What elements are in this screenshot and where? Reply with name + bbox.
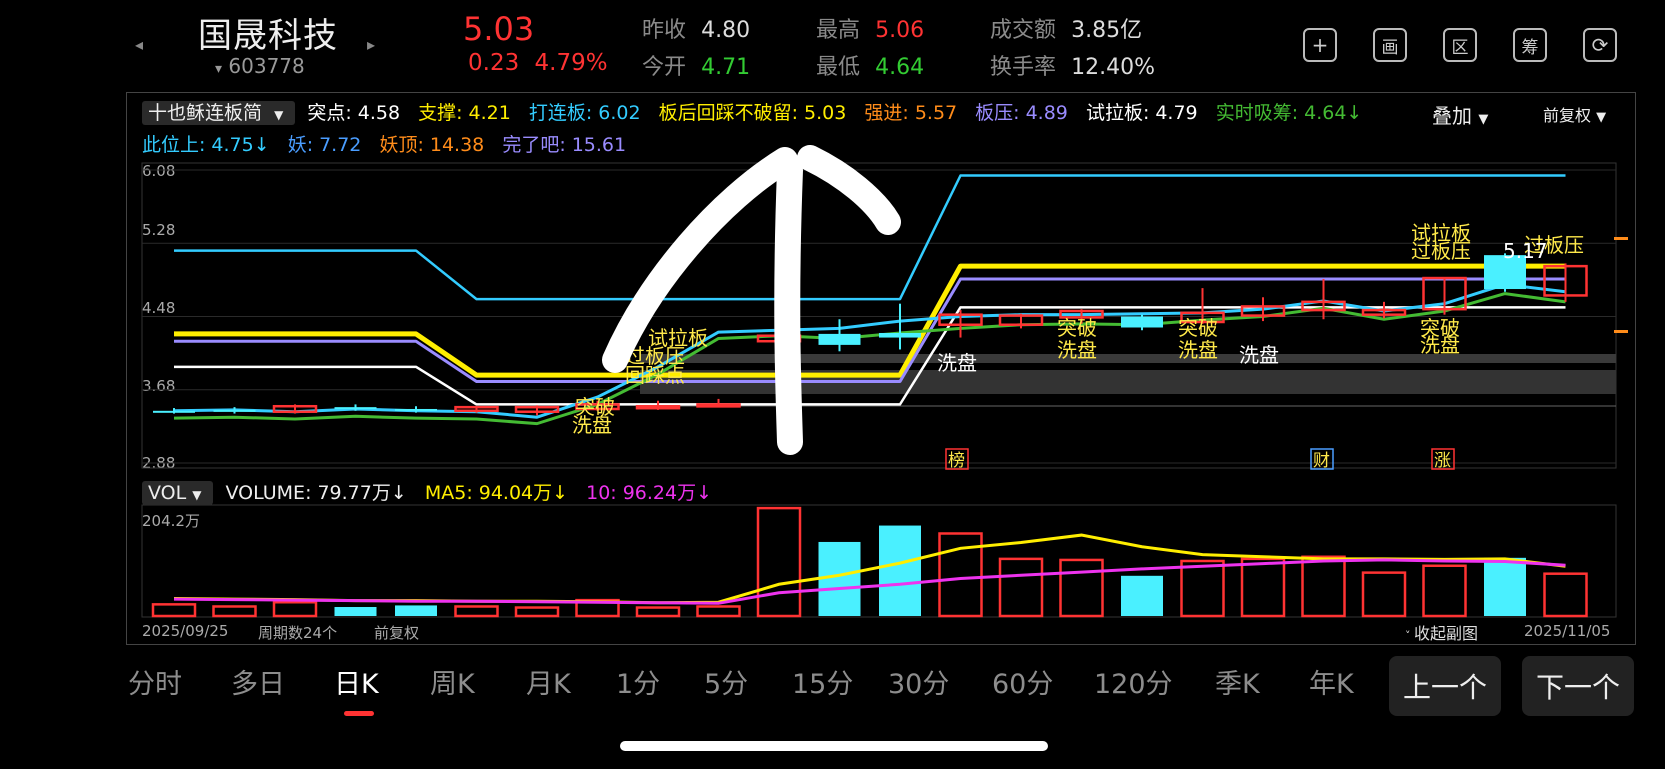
volume-bar xyxy=(1543,572,1588,618)
candle-body xyxy=(818,333,861,345)
price-marker xyxy=(1614,330,1628,333)
candle-body xyxy=(153,410,195,413)
indicator-line-此位上 xyxy=(173,282,1566,419)
period-count: 周期数24个 xyxy=(258,624,338,642)
volume-bar xyxy=(818,541,861,616)
annotation-last-price: 5.17 xyxy=(1503,239,1548,263)
volume-bar xyxy=(1422,564,1467,618)
volume-bar xyxy=(395,605,437,616)
tab-季K[interactable]: 季K xyxy=(1215,662,1309,701)
candle-body xyxy=(395,408,437,411)
candle-body xyxy=(334,407,377,410)
volume-bar xyxy=(1484,557,1526,616)
volume-ma10-line xyxy=(173,558,1566,605)
volume-bar xyxy=(212,605,257,618)
collapse-subchart-button[interactable]: ˅ 收起副图 xyxy=(1405,620,1478,644)
period-tabs: 分时 多日 日K 周K 月K 1分 5分 15分 30分 60分 120分 季K 年K xyxy=(128,662,1389,701)
annotation-xipan: 洗盘 xyxy=(1239,343,1279,367)
candle-body xyxy=(1121,316,1163,328)
volume-bar xyxy=(334,607,377,616)
volume-bar xyxy=(1059,558,1104,618)
volume-bar xyxy=(756,506,802,618)
annotation-huicaidian: 回踩点 xyxy=(625,363,685,387)
tab-30分[interactable]: 30分 xyxy=(888,662,992,701)
annotation-xipan: 洗盘 xyxy=(1057,338,1097,362)
volume-bar xyxy=(1121,575,1163,616)
volume-bar xyxy=(998,557,1044,618)
annotation-xipan: 洗盘 xyxy=(1178,338,1218,362)
tab-周K[interactable]: 周K xyxy=(430,662,526,701)
footer-adjust: 前复权 xyxy=(374,624,420,642)
kline-svg[interactable]: 洗盘突破试拉板过板压回踩点 洗盘突破洗盘突破洗盘 洗盘突破洗盘试拉板过板压 过板压5.… xyxy=(0,0,1665,769)
event-marker-榜: 榜 xyxy=(948,451,965,471)
volume-bar xyxy=(635,606,681,618)
next-stock-button[interactable]: 下一个 xyxy=(1522,656,1634,716)
tab-月K[interactable]: 月K xyxy=(526,662,616,701)
volume-bar xyxy=(879,525,921,616)
annotation-tupo: 突破 xyxy=(1178,316,1218,340)
price-marker xyxy=(1614,237,1628,240)
volume-bar xyxy=(1361,571,1407,618)
tab-1分[interactable]: 1分 xyxy=(616,662,704,701)
annotation-xipan: 洗盘 xyxy=(1420,333,1460,357)
tab-分时[interactable]: 分时 xyxy=(128,662,231,701)
prev-stock-button[interactable]: 上一个 xyxy=(1389,656,1501,716)
annotation-tupo: 突破 xyxy=(1057,316,1097,340)
candle-body xyxy=(213,409,256,412)
start-date: 2025/09/25 xyxy=(142,622,229,640)
collapse-chevron-icon: ˅ xyxy=(1405,629,1414,642)
end-date: 2025/11/05 xyxy=(1524,622,1611,640)
event-marker-涨: 涨 xyxy=(1434,451,1451,471)
home-indicator[interactable] xyxy=(620,741,1048,751)
candle-body xyxy=(879,332,921,338)
volume-bar xyxy=(272,600,318,618)
volume-bar xyxy=(1301,555,1346,618)
candle-body xyxy=(635,404,681,410)
tab-年K[interactable]: 年K xyxy=(1309,662,1389,701)
annotation-tupo: 突破 xyxy=(575,395,615,419)
candle-body xyxy=(696,403,741,408)
volume-ma10: 10: 96.24万↓ xyxy=(586,482,713,504)
volume-bar xyxy=(454,605,499,618)
volume-bar xyxy=(696,605,741,618)
volume-value: VOLUME: 79.77万↓ xyxy=(225,482,407,504)
tab-120分[interactable]: 120分 xyxy=(1094,662,1215,701)
active-tab-indicator xyxy=(344,711,374,716)
volume-bar xyxy=(514,606,560,618)
tab-15分[interactable]: 15分 xyxy=(792,662,888,701)
volume-ma5: MA5: 94.04万↓ xyxy=(424,482,569,504)
volume-axis-max: 204.2万 xyxy=(142,512,200,530)
volume-bar xyxy=(151,603,197,618)
volume-bar xyxy=(1240,557,1286,618)
tab-多日[interactable]: 多日 xyxy=(231,662,334,701)
volume-legend: VOL ▼ VOLUME: 79.77万↓ MA5: 94.04万↓ 10: 96.24… xyxy=(142,478,724,505)
tab-5分[interactable]: 5分 xyxy=(704,662,792,701)
volume-selector[interactable]: VOL ▼ xyxy=(142,481,214,505)
volume-ma5-line xyxy=(173,533,1566,605)
event-marker-财: 财 xyxy=(1313,451,1330,471)
tab-60分[interactable]: 60分 xyxy=(992,662,1094,701)
annotation-guobanya: 过板压 xyxy=(1411,239,1471,263)
volume-bar xyxy=(1180,559,1225,618)
tab-日K[interactable]: 日K xyxy=(334,662,430,701)
annotation-xipan: 洗盘 xyxy=(937,351,977,375)
